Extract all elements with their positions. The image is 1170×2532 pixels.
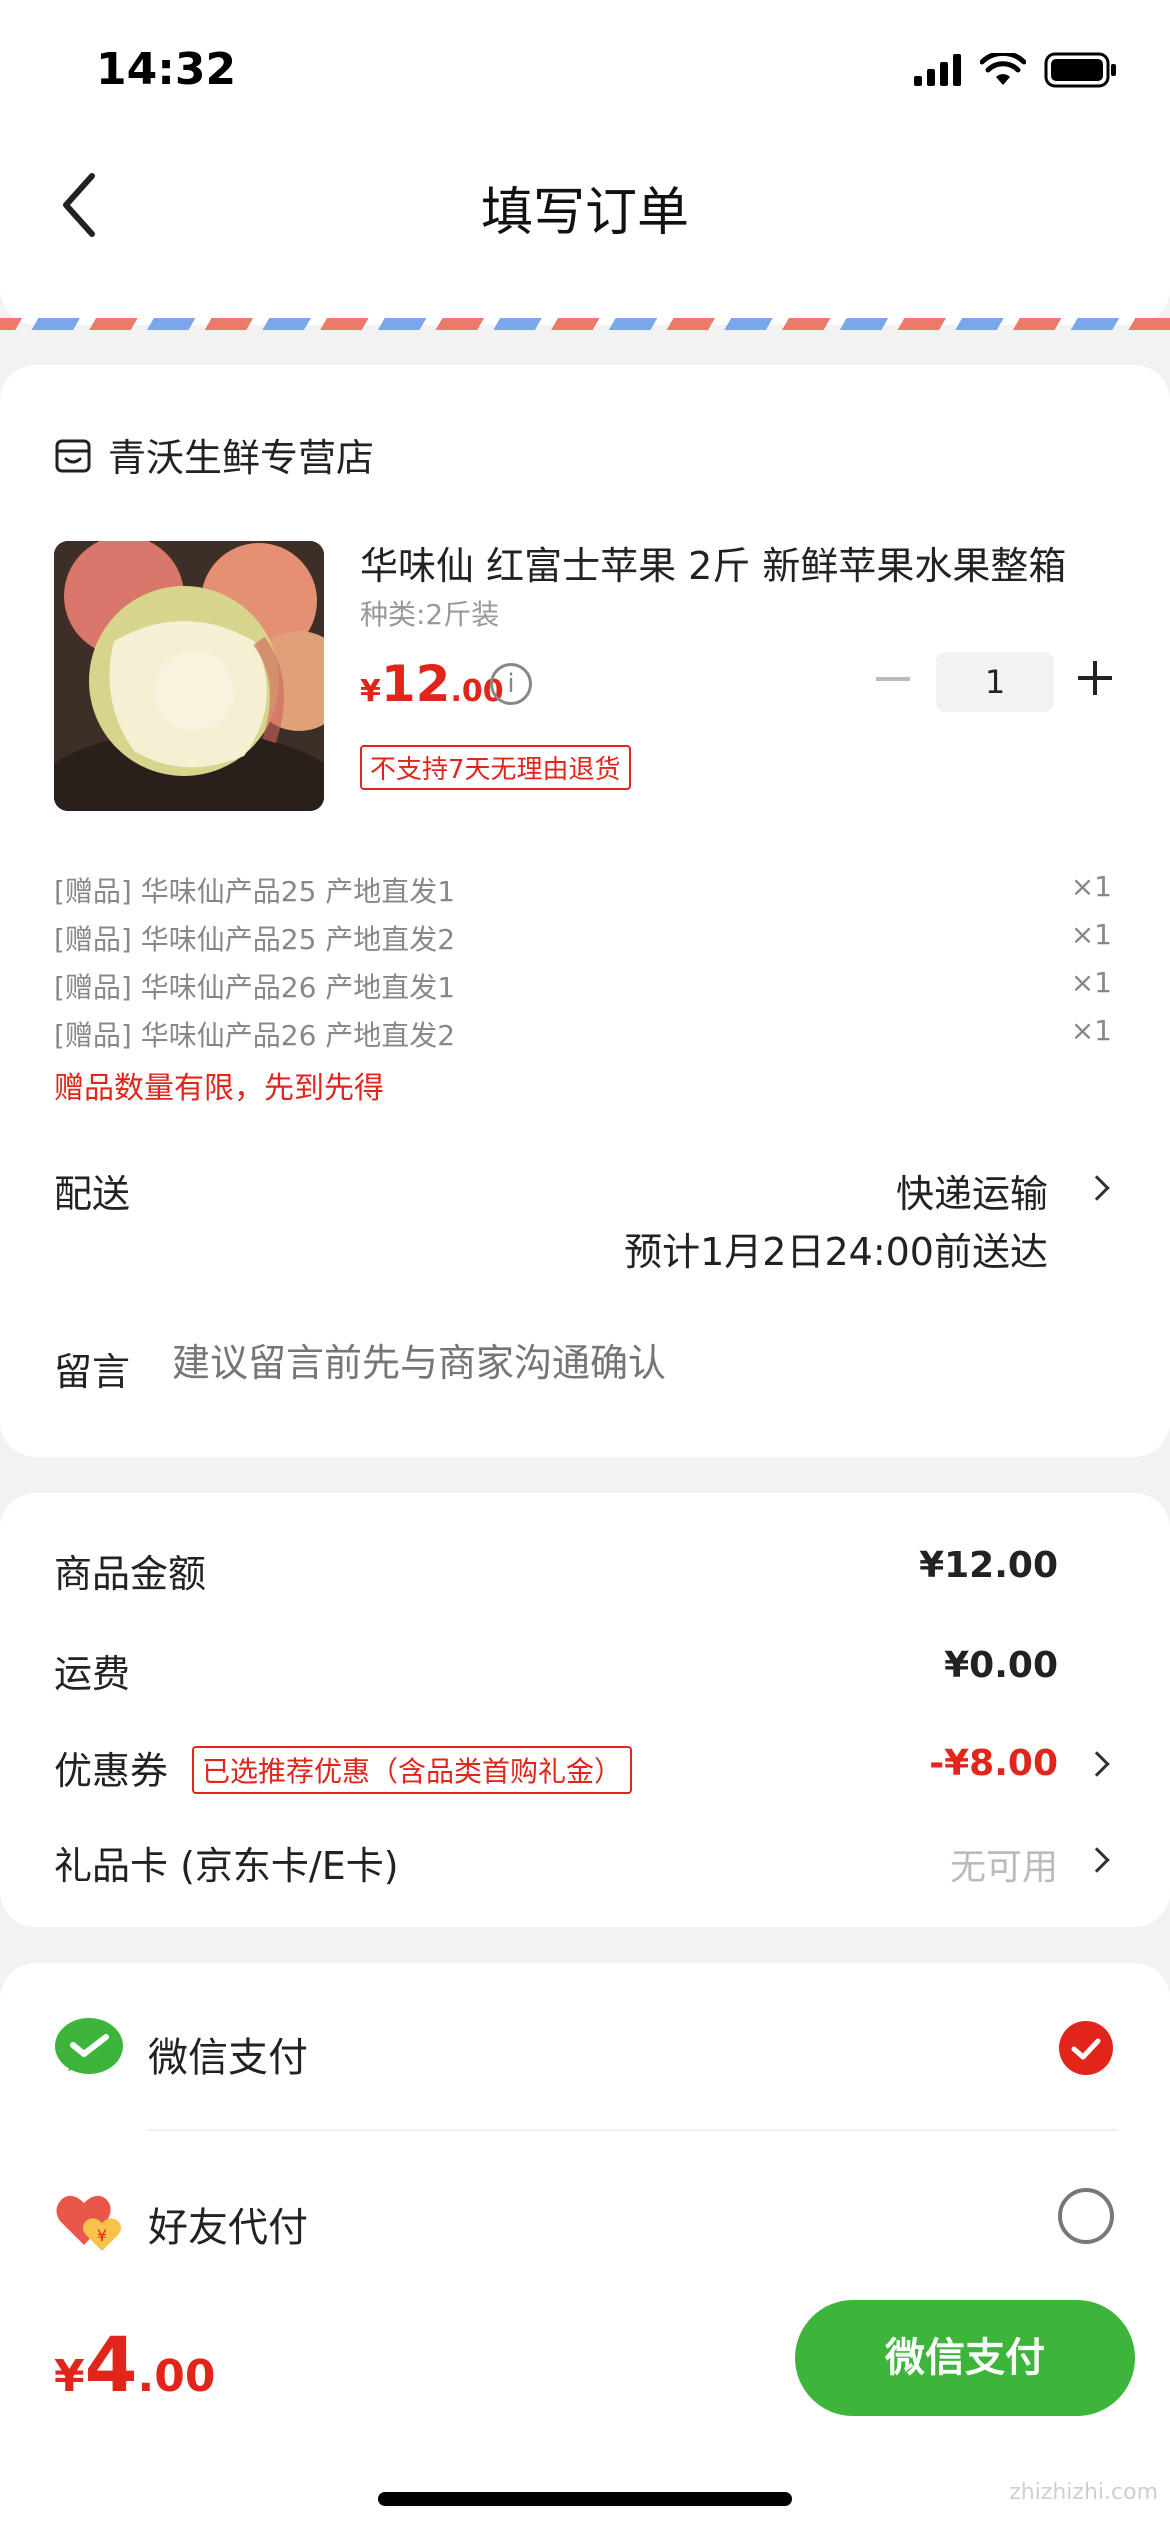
note-input[interactable] <box>172 1341 1072 1385</box>
price-integer: 12 <box>380 655 451 713</box>
total-currency: ¥ <box>54 2351 85 2402</box>
goods-amount: ¥12.00 <box>919 1545 1058 1586</box>
gift-card-value[interactable]: 无可用 <box>950 1838 1058 1890</box>
total-integer: 4 <box>84 2320 138 2409</box>
shipping-amount: ¥0.00 <box>944 1645 1058 1686</box>
status-time: 14:32 <box>96 44 237 95</box>
total-decimal: .00 <box>137 2351 216 2402</box>
friend-pay-label[interactable]: 好友代付 <box>148 2195 308 2253</box>
payment-methods-card: 微信支付 ¥ 好友代付 <box>0 1963 1170 2303</box>
return-policy-badge: 不支持7天无理由退货 <box>360 745 631 790</box>
gift-item-label: [赠品] 华味仙产品26 产地直发2 <box>54 1019 456 1052</box>
coupon-label: 优惠券 <box>54 1749 169 1793</box>
quantity-minus-button[interactable] <box>876 677 910 681</box>
price-summary-card: 商品金额 ¥12.00 运费 ¥0.00 优惠券 已选推荐优惠（含品类首购礼金）… <box>0 1493 1170 1927</box>
selected-check-icon[interactable] <box>1058 2020 1114 2076</box>
delivery-method[interactable]: 快递运输 <box>896 1163 1048 1218</box>
wechat-pay-icon <box>55 2018 123 2074</box>
unselected-radio-icon[interactable] <box>1058 2188 1114 2244</box>
coupon-badge[interactable]: 已选推荐优惠（含品类首购礼金） <box>192 1746 633 1794</box>
goods-amount-label: 商品金额 <box>54 1552 207 1596</box>
svg-text:¥: ¥ <box>97 2226 107 2245</box>
friend-pay-icon: ¥ <box>56 2195 121 2251</box>
store-icon <box>55 439 91 473</box>
watermark: zhizhizhi.com <box>1009 2480 1158 2505</box>
delivery-eta: 预计1月2日24:00前送达 <box>624 1230 1048 1274</box>
gift-item-label: [赠品] 华味仙产品26 产地直发1 <box>54 971 456 1004</box>
quantity-plus-button[interactable] <box>1078 661 1112 695</box>
status-icons <box>914 52 1118 88</box>
gift-item-count: ×1 <box>1070 918 1112 951</box>
chevron-right-icon[interactable] <box>1084 1175 1110 1201</box>
page-title: 填写订单 <box>480 183 689 243</box>
info-icon[interactable]: i <box>490 663 532 705</box>
divider <box>148 2129 1118 2131</box>
battery-icon <box>1044 52 1116 88</box>
order-items-card: 青沃生鲜专营店 华味仙 红富士苹果 2斤 新鲜苹果水果整箱 种类:2斤装 ¥12… <box>0 365 1170 1457</box>
wechat-pay-label[interactable]: 微信支付 <box>148 2025 308 2083</box>
bottom-bar: ¥4.00 微信支付 <box>0 2280 1170 2532</box>
home-indicator[interactable] <box>378 2492 792 2506</box>
gift-item-label: [赠品] 华味仙产品25 产地直发2 <box>54 923 456 956</box>
gift-item-label: [赠品] 华味仙产品25 产地直发1 <box>54 875 456 908</box>
header-area: 14:32 填写订单 <box>0 0 1170 325</box>
gift-item-count: ×1 <box>1070 966 1112 999</box>
price-currency: ¥ <box>360 674 381 709</box>
wechat-pay-button[interactable]: 微信支付 <box>795 2300 1135 2416</box>
shipping-label: 运费 <box>54 1652 131 1696</box>
airmail-border <box>0 318 1170 330</box>
wifi-icon <box>980 53 1026 85</box>
chevron-right-icon[interactable] <box>1084 1847 1110 1873</box>
signal-icon <box>914 54 961 86</box>
gift-card-label: 礼品卡 (京东卡/E卡) <box>54 1844 399 1888</box>
delivery-label: 配送 <box>54 1172 131 1216</box>
coupon-discount[interactable]: -¥8.00 <box>929 1743 1058 1784</box>
product-spec[interactable]: 种类:2斤装 <box>360 593 499 633</box>
shop-name[interactable]: 青沃生鲜专营店 <box>108 427 374 482</box>
gift-item-count: ×1 <box>1070 1014 1112 1047</box>
product-price: ¥12.00 <box>360 655 504 713</box>
chevron-right-icon[interactable] <box>1084 1751 1110 1777</box>
total-price: ¥4.00 <box>54 2320 215 2409</box>
quantity-value[interactable]: 1 <box>936 652 1054 712</box>
product-image[interactable] <box>54 541 324 811</box>
note-label: 留言 <box>54 1350 131 1394</box>
gift-item-count: ×1 <box>1070 870 1112 903</box>
product-title[interactable]: 华味仙 红富士苹果 2斤 新鲜苹果水果整箱 <box>360 535 1110 590</box>
gift-warning: 赠品数量有限，先到先得 <box>54 1071 384 1106</box>
